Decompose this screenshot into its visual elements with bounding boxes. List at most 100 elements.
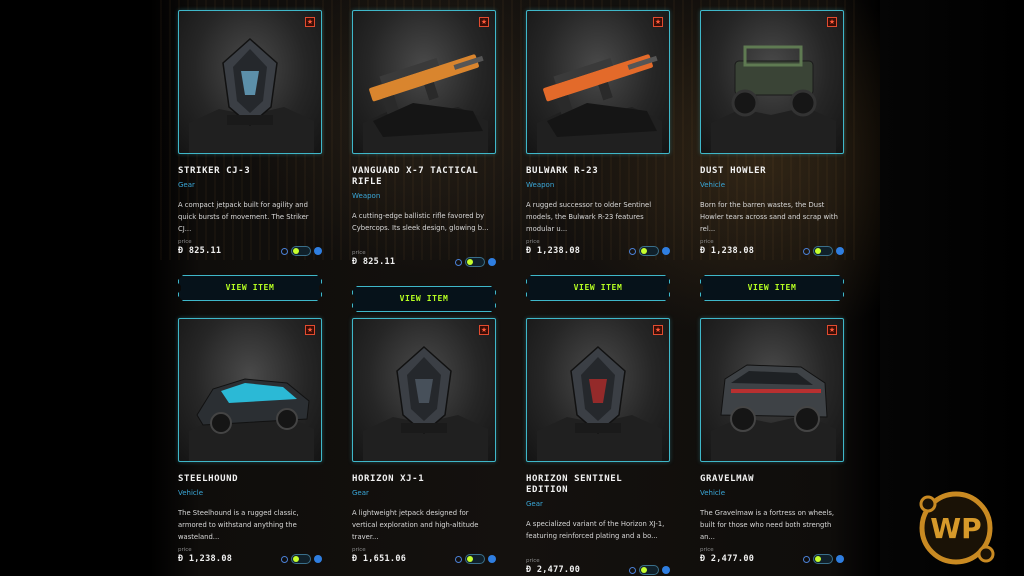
product-name[interactable]: HORIZON SENTINEL EDITION	[526, 474, 670, 496]
price-row: Ð 2,477.00	[700, 554, 844, 564]
product-grid: ★ STRIKER CJ-3 Gear A compact jetpack built…	[178, 10, 848, 576]
toggle-knob	[815, 556, 821, 562]
product-thumbnail[interactable]: ★	[526, 318, 670, 462]
card-controls	[281, 246, 322, 256]
product-image	[537, 54, 662, 153]
bookmark-star-icon[interactable]: ★	[827, 17, 837, 27]
info-icon[interactable]	[488, 258, 496, 266]
product-category: Weapon	[526, 181, 555, 189]
price-label: price	[700, 547, 714, 553]
price-row: Ð 1,238.08	[526, 246, 670, 256]
product-name[interactable]: VANGUARD X-7 TACTICAL RIFLE	[352, 166, 496, 188]
toggle-knob	[641, 248, 647, 254]
compare-icon[interactable]	[629, 566, 636, 574]
product-thumbnail[interactable]: ★	[700, 10, 844, 154]
product-name[interactable]: DUST HOWLER	[700, 166, 844, 177]
bookmark-star-icon[interactable]: ★	[827, 325, 837, 335]
product-category: Gear	[352, 489, 369, 497]
product-price: Ð 1,651.06	[352, 554, 407, 564]
info-icon[interactable]	[836, 555, 844, 563]
price-label: price	[352, 250, 366, 256]
product-description: The Steelhound is a rugged classic, armo…	[178, 509, 299, 541]
compare-icon[interactable]	[803, 555, 810, 563]
view-item-button[interactable]: VIEW ITEM	[352, 286, 496, 312]
product-name[interactable]: HORIZON XJ-1	[352, 474, 496, 485]
product-thumbnail[interactable]: ★	[526, 10, 670, 154]
info-icon[interactable]	[662, 247, 670, 255]
toggle-switch[interactable]	[465, 257, 485, 267]
bookmark-star-icon[interactable]: ★	[305, 325, 315, 335]
info-icon[interactable]	[314, 247, 322, 255]
product-thumbnail[interactable]: ★	[178, 10, 322, 154]
toggle-switch[interactable]	[639, 565, 659, 575]
watermark-logo: WP	[919, 491, 995, 565]
view-item-button[interactable]: VIEW ITEM	[526, 275, 670, 301]
toggle-switch[interactable]	[291, 554, 311, 564]
product-image	[189, 378, 314, 461]
product-thumbnail[interactable]: ★	[178, 318, 322, 462]
compare-icon[interactable]	[281, 247, 288, 255]
info-icon[interactable]	[314, 555, 322, 563]
product-category: Weapon	[352, 192, 381, 200]
product-category: Vehicle	[700, 489, 726, 497]
toggle-switch[interactable]	[813, 554, 833, 564]
product-price: Ð 1,238.08	[526, 246, 581, 256]
compare-icon[interactable]	[803, 247, 810, 255]
product-name[interactable]: BULWARK R-23	[526, 166, 670, 177]
compare-icon[interactable]	[455, 555, 462, 563]
product-image	[711, 45, 836, 153]
product-name[interactable]: STRIKER CJ-3	[178, 166, 322, 177]
price-row: Ð 2,477.00	[526, 565, 670, 575]
compare-icon[interactable]	[281, 555, 288, 563]
product-category: Vehicle	[700, 181, 726, 189]
toggle-knob	[815, 248, 821, 254]
price-label: price	[352, 547, 366, 553]
card-controls	[629, 246, 670, 256]
info-icon[interactable]	[488, 555, 496, 563]
compare-icon[interactable]	[629, 247, 636, 255]
product-card: ★ VANGUARD X-7 TACTICAL RIFLE Weapon A cutt…	[352, 10, 496, 318]
bookmark-star-icon[interactable]: ★	[653, 325, 663, 335]
card-controls	[455, 554, 496, 564]
product-image	[363, 54, 488, 153]
toggle-switch[interactable]	[465, 554, 485, 564]
product-description: A lightweight jetpack designed for verti…	[352, 509, 479, 541]
bookmark-star-icon[interactable]: ★	[305, 17, 315, 27]
card-controls	[281, 554, 322, 564]
product-thumbnail[interactable]: ★	[700, 318, 844, 462]
view-item-button[interactable]: VIEW ITEM	[178, 275, 322, 301]
product-name[interactable]: GRAVELMAW	[700, 474, 844, 485]
toggle-switch[interactable]	[639, 246, 659, 256]
toggle-switch[interactable]	[291, 246, 311, 256]
toggle-switch[interactable]	[813, 246, 833, 256]
info-icon[interactable]	[662, 566, 670, 574]
view-item-button[interactable]: VIEW ITEM	[700, 275, 844, 301]
product-category: Vehicle	[178, 489, 204, 497]
product-description: A specialized variant of the Horizon XJ-…	[526, 520, 665, 540]
toggle-knob	[467, 259, 473, 265]
bookmark-star-icon[interactable]: ★	[479, 17, 489, 27]
product-category: Gear	[526, 500, 543, 508]
product-card: ★ BULWARK R-23 Weapon A rugged successor to…	[526, 10, 670, 318]
product-image	[711, 364, 836, 461]
card-controls	[803, 246, 844, 256]
toggle-knob	[467, 556, 473, 562]
left-dark-panel	[0, 0, 150, 576]
price-label: price	[178, 547, 192, 553]
info-icon[interactable]	[836, 247, 844, 255]
product-description: A compact jetpack built for agility and …	[178, 201, 309, 233]
toggle-knob	[293, 556, 299, 562]
card-controls	[803, 554, 844, 564]
price-row: Ð 825.11	[352, 257, 496, 267]
product-thumbnail[interactable]: ★	[352, 10, 496, 154]
product-description: A rugged successor to older Sentinel mod…	[526, 201, 652, 233]
product-description: The Gravelmaw is a fortress on wheels, b…	[700, 509, 835, 541]
product-name[interactable]: STEELHOUND	[178, 474, 322, 485]
product-category: Gear	[178, 181, 195, 189]
bookmark-star-icon[interactable]: ★	[653, 17, 663, 27]
product-price: Ð 825.11	[352, 257, 396, 267]
bookmark-star-icon[interactable]: ★	[479, 325, 489, 335]
product-thumbnail[interactable]: ★	[352, 318, 496, 462]
watermark-text: WP	[930, 512, 981, 545]
compare-icon[interactable]	[455, 258, 462, 266]
